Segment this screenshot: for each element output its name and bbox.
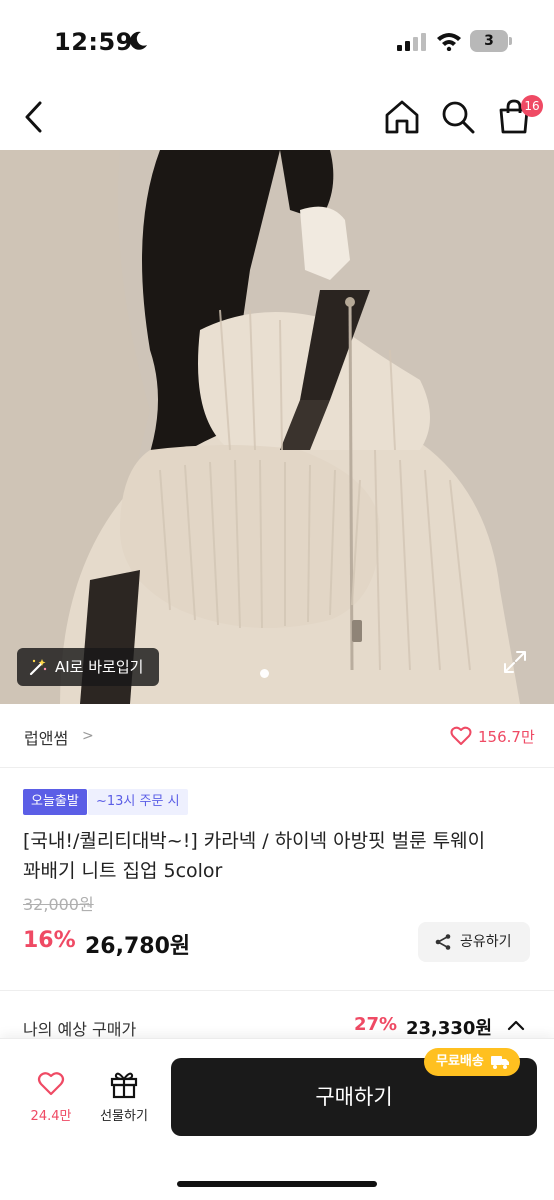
order-cutoff-badge: ~13시 주문 시 bbox=[88, 789, 188, 815]
product-image[interactable]: AI로 바로입기 bbox=[0, 150, 554, 704]
home-icon[interactable] bbox=[382, 97, 422, 137]
home-indicator bbox=[177, 1181, 377, 1187]
search-icon[interactable] bbox=[438, 97, 478, 137]
share-button[interactable]: 공유하기 bbox=[418, 922, 530, 962]
heart-icon[interactable] bbox=[450, 726, 472, 746]
today-shipping-badge: 오늘출발 bbox=[23, 789, 87, 815]
original-price: 32,000원 bbox=[23, 895, 94, 914]
magic-wand-icon bbox=[29, 659, 47, 676]
gift-icon bbox=[110, 1072, 138, 1099]
divider bbox=[0, 990, 554, 991]
ai-try-on-label: AI로 바로입기 bbox=[55, 658, 144, 676]
bottom-action-bar: 24.4만 선물하기 구매하기 무료배송 bbox=[0, 1038, 554, 1200]
gift-button[interactable]: 선물하기 bbox=[92, 1069, 156, 1131]
brand-like-count: 156.7만 bbox=[478, 728, 535, 746]
brand-row[interactable]: 럽앤썸 > 156.7만 bbox=[0, 704, 554, 768]
estimated-price: 23,330원 bbox=[406, 1018, 493, 1039]
estimated-price-label: 나의 예상 구매가 bbox=[23, 1020, 137, 1039]
share-icon bbox=[435, 934, 451, 950]
gift-label: 선물하기 bbox=[100, 1109, 148, 1124]
product-photo bbox=[0, 150, 554, 704]
ai-try-on-button[interactable]: AI로 바로입기 bbox=[17, 648, 159, 686]
free-shipping-badge: 무료배송 bbox=[424, 1048, 520, 1076]
truck-icon bbox=[490, 1056, 509, 1069]
sale-price: 26,780원 bbox=[85, 934, 191, 959]
estimated-price-row[interactable]: 나의 예상 구매가 27% 23,330원 bbox=[0, 1000, 554, 1040]
product-title: [국내!/퀄리티대박~!] 카라넥 / 하이넥 아방핏 벌룬 투웨이 꽈배기 니… bbox=[23, 830, 486, 882]
discount-rate: 16% bbox=[23, 928, 76, 953]
battery-indicator: 3 bbox=[470, 30, 508, 52]
status-bar: 12:59 3 bbox=[0, 0, 554, 84]
status-time: 12:59 bbox=[54, 28, 133, 56]
share-label: 공유하기 bbox=[460, 934, 512, 950]
brand-name[interactable]: 럽앤썸 bbox=[24, 725, 68, 749]
wishlist-button[interactable]: 24.4만 bbox=[20, 1071, 82, 1131]
moon-icon bbox=[130, 31, 147, 50]
chevron-up-icon[interactable] bbox=[506, 1018, 526, 1032]
wishlist-count: 24.4만 bbox=[30, 1109, 72, 1124]
signal-icon bbox=[397, 33, 426, 51]
battery-tip bbox=[509, 37, 512, 45]
back-arrow-icon[interactable] bbox=[20, 98, 48, 136]
chevron-right-icon: > bbox=[82, 728, 94, 744]
carousel-dot[interactable] bbox=[260, 669, 269, 678]
free-shipping-label: 무료배송 bbox=[436, 1054, 484, 1069]
heart-icon bbox=[37, 1072, 65, 1096]
estimated-discount: 27% bbox=[354, 1014, 398, 1035]
expand-icon[interactable] bbox=[502, 649, 528, 675]
top-nav bbox=[0, 84, 554, 150]
wifi-icon bbox=[437, 33, 461, 51]
cart-count-badge: 16 bbox=[521, 95, 543, 117]
